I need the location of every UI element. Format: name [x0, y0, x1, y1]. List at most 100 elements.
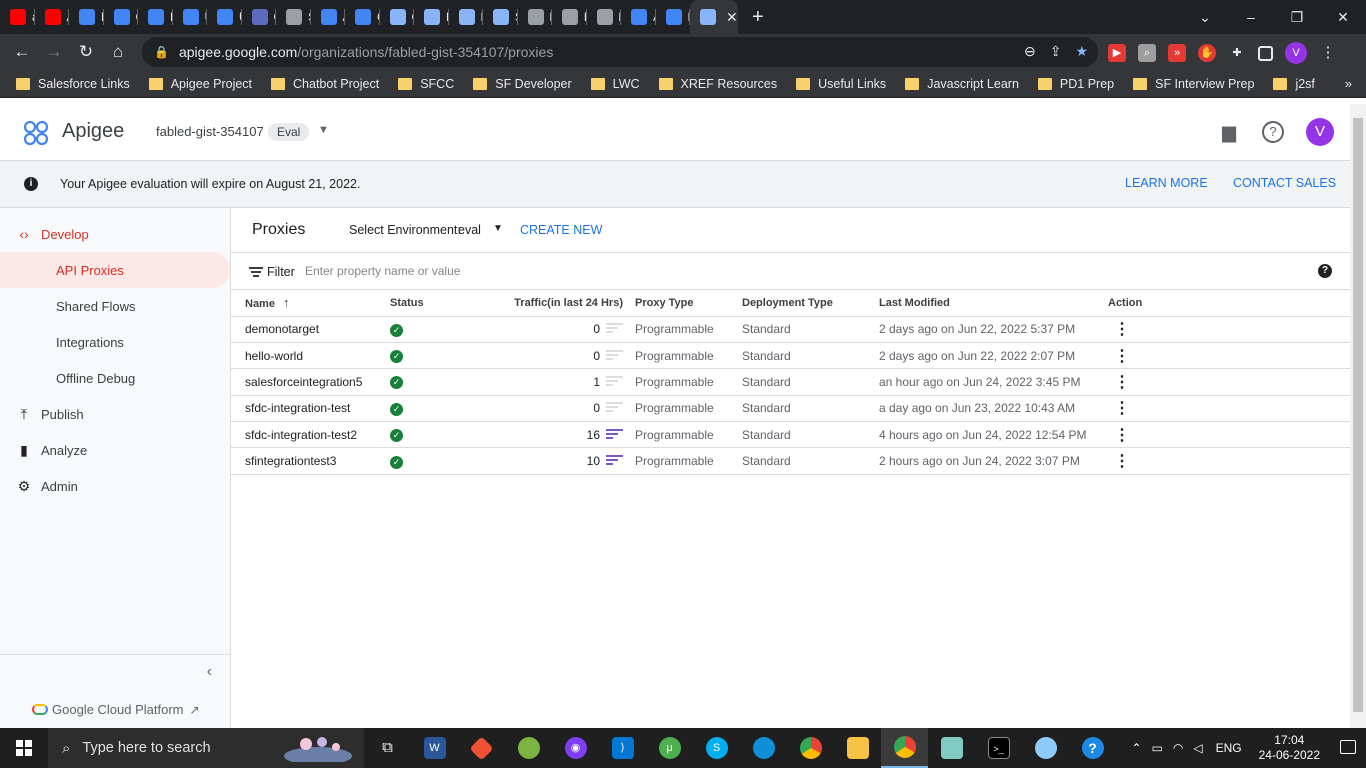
table-row[interactable]: demonotarget ✓ 0 Programmable Standard 2 days…: [231, 316, 1350, 343]
more-vert-icon[interactable]: ⋮: [1108, 400, 1130, 417]
contact-sales-link[interactable]: CONTACT SALES: [1233, 176, 1336, 190]
bookmark-folder[interactable]: Salesforce Links: [16, 77, 130, 91]
taskbar-search[interactable]: ⌕ Type here to search: [48, 728, 364, 768]
more-vert-icon[interactable]: ⋮: [1108, 348, 1130, 365]
nav-admin[interactable]: ⚙ Admin: [0, 468, 230, 504]
more-vert-icon[interactable]: ⋮: [1108, 427, 1130, 444]
nav-shared-flows[interactable]: Shared Flows: [0, 288, 230, 324]
browser-tab[interactable]: En: [414, 0, 449, 34]
nav-analyze[interactable]: ▮ Analyze: [0, 432, 230, 468]
extension-video-icon[interactable]: ▶: [1108, 44, 1126, 62]
browser-tab[interactable]: Pr: [69, 0, 104, 34]
battery-icon[interactable]: ▭: [1152, 741, 1163, 755]
new-tab-button[interactable]: +: [752, 6, 764, 29]
taskbar-app-skype[interactable]: S: [693, 728, 740, 768]
table-row[interactable]: salesforceintegration5 ✓ 1 Programmable Stan…: [231, 368, 1350, 396]
extension-fastforward-icon[interactable]: »: [1168, 44, 1186, 62]
extension-hand-icon[interactable]: ✋: [1198, 44, 1216, 62]
more-vert-icon[interactable]: ⋮: [1108, 374, 1130, 391]
taskbar-app-vscode[interactable]: ⟩: [599, 728, 646, 768]
proxy-name[interactable]: hello-world: [231, 342, 390, 370]
browser-tab[interactable]: Ce: [242, 0, 276, 34]
taskbar-app-help[interactable]: ?: [1069, 728, 1116, 768]
bookmark-folder[interactable]: SF Interview Prep: [1133, 77, 1254, 91]
profile-avatar[interactable]: V: [1285, 42, 1307, 64]
browser-tab[interactable]: Us: [207, 0, 242, 34]
close-window-button[interactable]: ✕: [1320, 9, 1366, 26]
taskbar-app-terminal[interactable]: >_: [975, 728, 1022, 768]
filter-help-icon[interactable]: ?: [1318, 264, 1332, 278]
taskbar-app-word[interactable]: W: [411, 728, 458, 768]
taskbar-app-chrome-profile[interactable]: [881, 728, 928, 768]
browser-tab[interactable]: Cc: [380, 0, 414, 34]
gcp-link[interactable]: Google Cloud Platform ↗: [32, 702, 200, 717]
bookmark-folder[interactable]: Useful Links: [796, 77, 886, 91]
taskbar-app-explorer[interactable]: [834, 728, 881, 768]
user-avatar[interactable]: V: [1306, 118, 1334, 146]
address-bar[interactable]: 🔒 apigee.google.com/organizations/fabled…: [142, 37, 1098, 67]
help-icon[interactable]: ?: [1262, 121, 1284, 143]
nav-develop[interactable]: ‹› Develop: [0, 216, 230, 252]
browser-tab[interactable]: htt: [587, 0, 621, 34]
more-vert-icon[interactable]: ⋮: [1108, 453, 1130, 470]
proxy-name[interactable]: sfintegrationtest3: [231, 447, 390, 475]
browser-tab[interactable]: htt: [518, 0, 552, 34]
nav-offline-debug[interactable]: Offline Debug: [0, 360, 230, 396]
bookmark-folder[interactable]: Chatbot Project: [271, 77, 379, 91]
browser-tab[interactable]: Us: [173, 0, 207, 34]
tab-search-icon[interactable]: ⌄: [1182, 9, 1228, 26]
page-scrollbar[interactable]: [1350, 104, 1366, 728]
reload-icon[interactable]: ↻: [70, 42, 102, 62]
task-view-button[interactable]: ⧉: [364, 728, 411, 768]
side-panel-icon[interactable]: [1258, 45, 1273, 61]
taskbar-app-paint[interactable]: [1022, 728, 1069, 768]
environment-select[interactable]: eval: [458, 223, 481, 237]
table-row[interactable]: sfdc-integration-test ✓ 0 Programmable Stand…: [231, 395, 1350, 423]
bookmark-folder[interactable]: SFCC: [398, 77, 454, 91]
feedback-icon[interactable]: ▆: [1218, 121, 1240, 143]
chevron-left-icon[interactable]: ‹: [207, 663, 212, 681]
browser-menu-icon[interactable]: ⋮: [1319, 44, 1337, 62]
taskbar-app-edge[interactable]: [740, 728, 787, 768]
lock-icon[interactable]: 🔒: [154, 45, 169, 59]
restore-button[interactable]: ❐: [1274, 9, 1320, 26]
browser-tab[interactable]: Pr: [138, 0, 173, 34]
sort-ascending-icon[interactable]: ↑: [283, 295, 290, 310]
back-arrow-icon[interactable]: ←: [6, 42, 38, 62]
browser-tab[interactable]: Se: [483, 0, 518, 34]
browser-tab[interactable]: Cr: [345, 0, 380, 34]
create-new-button[interactable]: CREATE NEW: [520, 223, 602, 237]
browser-tab[interactable]: All: [311, 0, 345, 34]
bookmarks-overflow-icon[interactable]: »: [1345, 76, 1352, 91]
show-hidden-icons-icon[interactable]: ⌃: [1131, 741, 1141, 755]
taskbar-app-chrome[interactable]: [787, 728, 834, 768]
org-selector[interactable]: fabled-gist-354107: [156, 124, 264, 139]
browser-tab[interactable]: Ap: [621, 0, 656, 34]
browser-tab[interactable]: Pr: [656, 0, 690, 34]
browser-tab[interactable]: Da: [449, 0, 483, 34]
proxy-name[interactable]: demonotarget: [231, 316, 390, 343]
taskbar-app-podcast[interactable]: ◉: [552, 728, 599, 768]
scrollbar-thumb[interactable]: [1353, 118, 1363, 712]
extensions-puzzle-icon[interactable]: ✚: [1228, 44, 1246, 62]
taskbar-app-eclipse[interactable]: [505, 728, 552, 768]
home-icon[interactable]: ⌂: [102, 42, 134, 62]
column-name[interactable]: Name ↑: [231, 290, 390, 317]
browser-tab[interactable]: ap: [0, 0, 35, 34]
taskbar-app-notepad[interactable]: [928, 728, 975, 768]
bookmark-folder[interactable]: XREF Resources: [658, 77, 777, 91]
bookmark-folder[interactable]: LWC: [590, 77, 640, 91]
org-dropdown-icon[interactable]: ▼: [318, 124, 329, 136]
bookmark-folder[interactable]: Apigee Project: [148, 77, 252, 91]
table-row[interactable]: hello-world ✓ 0 Programmable Standard 2 days …: [231, 342, 1350, 370]
minimize-button[interactable]: –: [1228, 9, 1274, 25]
filter-input[interactable]: [305, 262, 805, 280]
extension-search-icon[interactable]: ⌕: [1138, 44, 1156, 62]
learn-more-link[interactable]: LEARN MORE: [1125, 176, 1208, 190]
bookmark-folder[interactable]: SF Developer: [473, 77, 572, 91]
proxy-name[interactable]: sfdc-integration-test: [231, 395, 390, 423]
language-indicator[interactable]: ENG: [1216, 741, 1242, 755]
browser-tab-active[interactable]: ✕: [690, 0, 738, 34]
notification-icon[interactable]: [1340, 740, 1356, 754]
browser-tab[interactable]: AF: [35, 0, 69, 34]
